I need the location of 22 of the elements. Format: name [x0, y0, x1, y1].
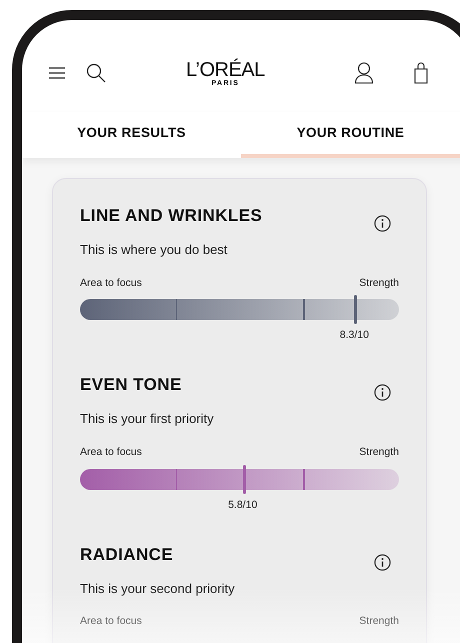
section-subtitle: This is your first priority	[80, 410, 215, 428]
scale-left-label: Area to focus	[80, 276, 142, 290]
scale-right-label: Strength	[359, 276, 399, 290]
scale-right-label: Strength	[359, 444, 399, 460]
section-title: EVEN TONE	[80, 374, 182, 396]
info-icon[interactable]	[374, 384, 391, 402]
section-subtitle: This is your second priority	[80, 580, 236, 598]
scale-left-label: Area to focus	[80, 444, 142, 460]
score-reading: 8.3/10	[340, 328, 369, 344]
section-subtitle: This is where you do best	[80, 241, 228, 259]
info-icon[interactable]	[374, 554, 391, 570]
section-title: RADIANCE	[80, 544, 174, 566]
menu-icon[interactable]	[48, 67, 66, 79]
account-icon[interactable]	[354, 62, 374, 84]
section-title: LINE AND WRINKLES	[80, 205, 262, 227]
search-icon[interactable]	[86, 63, 106, 83]
scale-left-label: Area to focus	[80, 614, 142, 629]
scale-right-label: Strength	[359, 614, 399, 629]
tab[interactable]: YOUR RESULTS	[22, 112, 241, 158]
info-icon[interactable]	[374, 215, 391, 232]
score-reading: 5.8/10	[228, 498, 258, 512]
shopping-bag-icon[interactable]	[414, 62, 428, 84]
